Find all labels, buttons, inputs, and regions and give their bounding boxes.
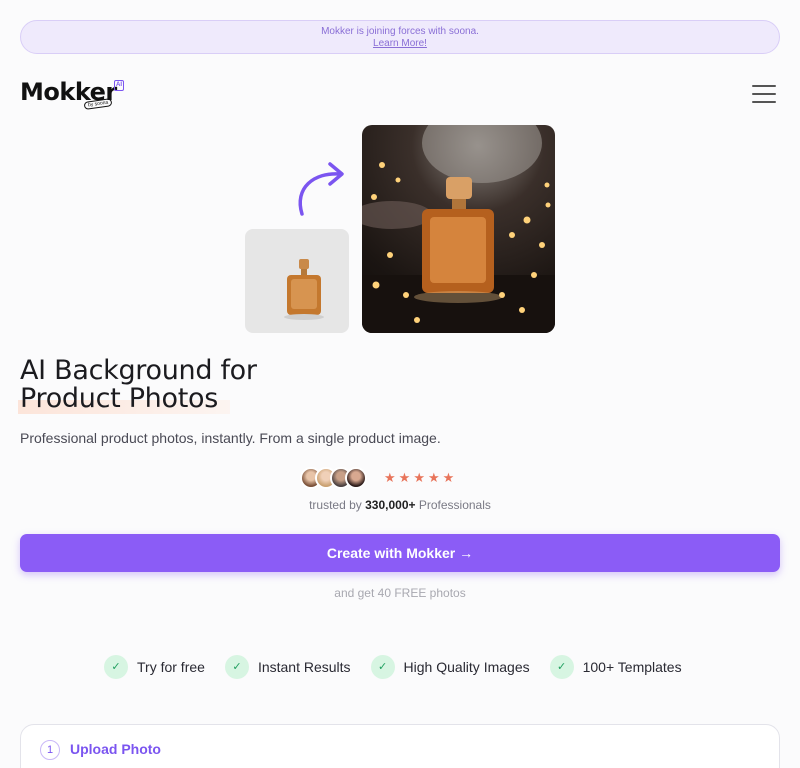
original-product-image <box>245 229 349 333</box>
cta-note: and get 40 FREE photos <box>334 586 466 600</box>
upload-photo-card[interactable]: 1 Upload Photo <box>20 724 780 768</box>
feature-item: ✓ Try for free <box>104 655 205 679</box>
hamburger-icon[interactable] <box>752 85 776 105</box>
star-icon: ★ <box>413 470 425 485</box>
learn-more-link[interactable]: Learn More! <box>373 38 427 49</box>
feature-item: ✓ High Quality Images <box>370 655 530 679</box>
check-icon: ✓ <box>549 655 574 679</box>
perfume-scene <box>362 125 555 333</box>
create-with-mokker-button[interactable]: Create with Mokker → <box>20 534 780 572</box>
page-title: AI Background for Product Photos <box>20 357 257 413</box>
generated-product-image <box>362 125 555 333</box>
check-icon: ✓ <box>224 655 249 679</box>
trusted-text: trusted by 330,000+ Professionals <box>0 498 800 512</box>
feature-label: High Quality Images <box>403 659 530 675</box>
announcement-banner: Mokker is joining forces with soona. Lea… <box>20 20 780 54</box>
feature-item: ✓ Instant Results <box>224 655 351 679</box>
feature-label: 100+ Templates <box>582 659 682 675</box>
hero-subtitle: Professional product photos, instantly. … <box>20 430 441 446</box>
upload-photo-label: Upload Photo <box>70 741 161 757</box>
check-icon: ✓ <box>104 655 128 679</box>
trusted-suffix: Professionals <box>418 498 491 512</box>
perfume-bottle-small <box>284 259 324 320</box>
feature-list: ✓ Try for free ✓ Instant Results ✓ High … <box>104 655 702 679</box>
feature-label: Try for free <box>137 659 205 675</box>
check-icon: ✓ <box>370 655 395 679</box>
logo-ai-badge: AI <box>114 80 124 91</box>
trusted-count: 330,000+ <box>365 498 416 512</box>
trusted-prefix: trusted by <box>309 498 362 512</box>
mokker-logo[interactable]: Mokker AI by soona <box>20 78 130 114</box>
feature-label: Instant Results <box>257 659 351 675</box>
step-number: 1 <box>40 740 60 760</box>
title-line-2: Product Photos <box>20 383 218 414</box>
avatar-stack <box>300 467 367 489</box>
star-icon: ★ <box>427 470 440 485</box>
curved-arrow-icon <box>298 162 344 216</box>
title-line-1: AI Background for <box>20 355 257 386</box>
banner-text: Mokker is joining forces with soona. <box>321 26 479 37</box>
star-icon: ★ <box>442 470 455 485</box>
feature-item: ✓ 100+ Templates <box>549 655 682 679</box>
star-icon: ★ <box>384 470 396 485</box>
rating-stars: ★ ★ ★ ★ ★ <box>384 470 454 486</box>
avatar <box>345 467 367 489</box>
star-icon: ★ <box>398 470 411 485</box>
